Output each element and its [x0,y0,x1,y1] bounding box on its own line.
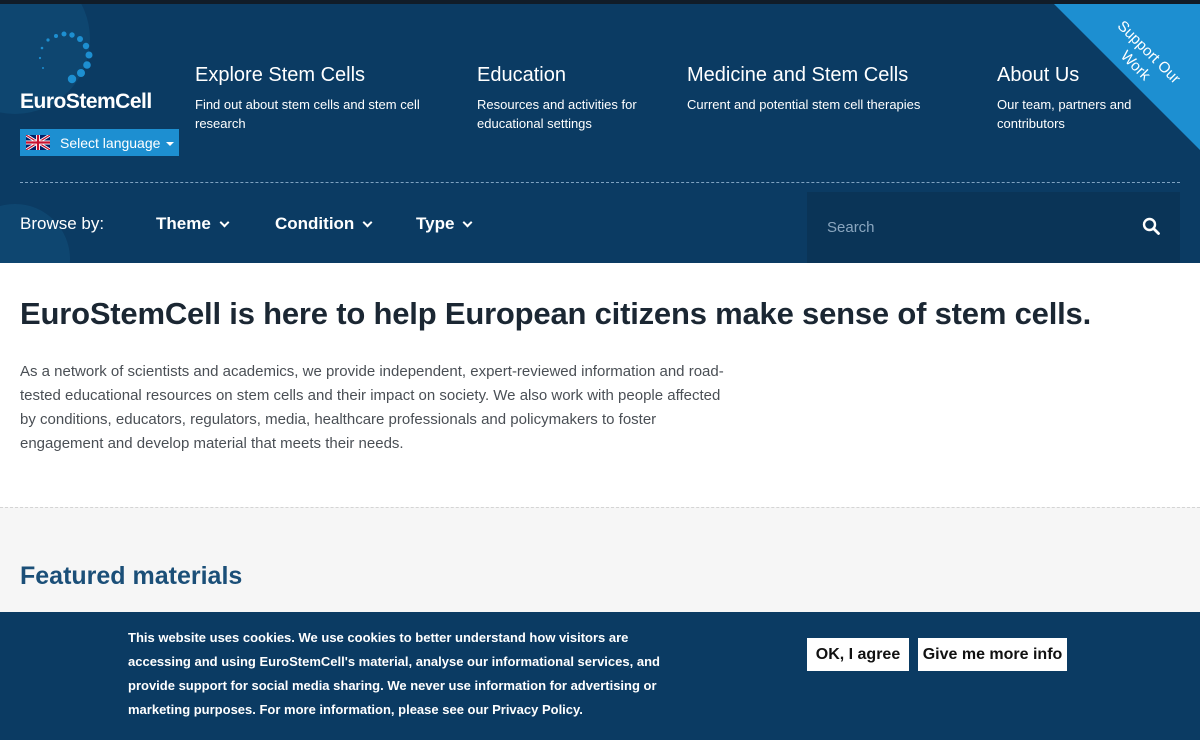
logo-dots-icon [38,31,93,84]
featured-section: Featured materials [0,507,1200,612]
chevron-down-icon [462,217,473,228]
select-language-label: Select language [60,134,161,151]
browse-by-label: Browse by: [20,214,105,233]
nav-desc: Resources and activities for educational… [477,97,637,131]
cookie-banner: This website uses cookies. We use cookie… [0,612,1200,740]
nav-title[interactable]: Medicine and Stem Cells [687,64,947,87]
featured-title: Featured materials [20,562,243,590]
search-icon[interactable] [1142,217,1160,235]
browse-item-label: Type [416,214,455,233]
uk-flag-icon [26,135,50,150]
agree-button[interactable]: OK, I agree [807,638,909,671]
chevron-down-icon [362,217,373,228]
nav-medicine-and-stem-cells[interactable]: Medicine and Stem Cells Current and pote… [687,64,947,114]
nav-title[interactable]: Explore Stem Cells [195,64,445,87]
nav-desc: Find out about stem cells and stem cell … [195,97,420,131]
select-language-button[interactable]: Select language [20,129,179,156]
page-headline: EuroStemCell is here to help European ci… [20,296,1091,331]
more-info-button[interactable]: Give me more info [918,638,1067,671]
nav-education[interactable]: Education Resources and activities for e… [477,64,667,133]
nav-desc: Current and potential stem cell therapie… [687,97,921,112]
caret-down-icon [166,141,175,146]
browse-theme-dropdown[interactable]: Theme [156,214,230,234]
site-logo[interactable]: EuroStemCell [20,28,170,118]
chevron-down-icon [219,217,230,228]
intro-paragraph: As a network of scientists and academics… [20,363,724,452]
browse-condition-dropdown[interactable]: Condition [275,214,373,234]
search-input[interactable] [827,212,1117,242]
search-box [807,192,1180,263]
site-header: EuroStemCell Select language Explore Ste… [0,4,1200,263]
browse-item-label: Condition [275,214,355,233]
browse-item-label: Theme [156,214,211,233]
support-our-work-ribbon[interactable]: Support Our Work [1040,4,1200,160]
nav-explore-stem-cells[interactable]: Explore Stem Cells Find out about stem c… [195,64,445,133]
logo-text: EuroStemCell [20,90,152,113]
browse-type-dropdown[interactable]: Type [416,214,473,234]
cookie-text: This website uses cookies. We use cookie… [128,630,660,717]
divider [20,182,1180,183]
nav-title[interactable]: Education [477,64,667,87]
